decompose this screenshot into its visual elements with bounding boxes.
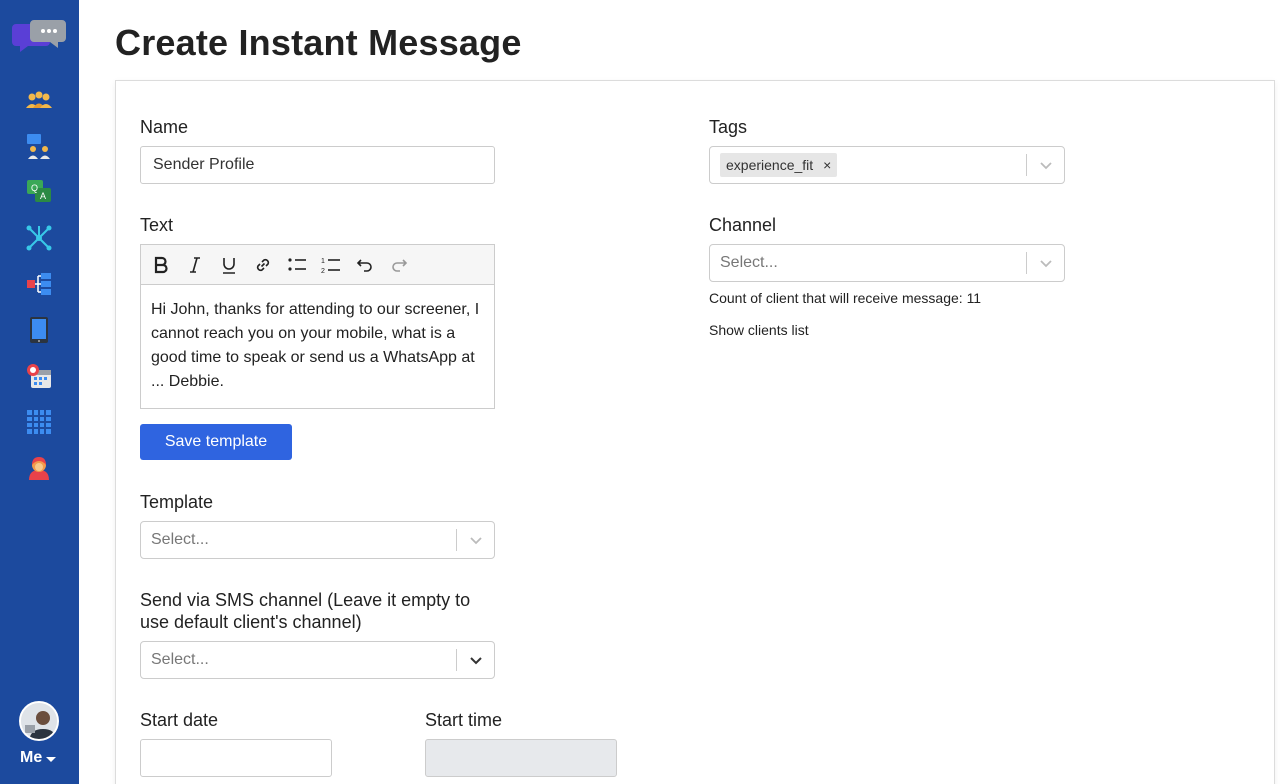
network-icon[interactable] (24, 223, 54, 253)
start-date-input[interactable] (140, 739, 332, 777)
bullet-list-icon[interactable] (285, 253, 309, 277)
template-placeholder: Select... (151, 531, 209, 548)
chevron-down-icon (457, 656, 494, 665)
start-time-label: Start time (425, 710, 503, 730)
recipient-count-text: Count of client that will receive messag… (709, 290, 982, 306)
undo-icon[interactable] (353, 253, 377, 277)
link-icon[interactable] (251, 253, 275, 277)
agent-icon[interactable] (24, 453, 54, 483)
sms-channel-placeholder: Select... (151, 651, 209, 668)
name-input[interactable] (140, 146, 495, 184)
me-menu[interactable]: Me (20, 749, 57, 767)
tags-label: Tags (709, 117, 748, 137)
svg-text:2: 2 (321, 268, 325, 274)
chevron-down-icon (1027, 161, 1064, 170)
bold-icon[interactable] (149, 253, 173, 277)
show-clients-link[interactable]: Show clients list (709, 322, 809, 338)
caret-down-icon (46, 756, 57, 762)
sidebar: Q A Me (0, 0, 79, 784)
app-logo-icon[interactable] (12, 16, 68, 56)
svg-text:A: A (40, 191, 46, 201)
redo-icon[interactable] (387, 253, 411, 277)
sms-channel-label: Send via SMS channel (Leave it empty to … (140, 590, 471, 632)
start-time-input[interactable] (425, 739, 617, 777)
underline-icon[interactable] (217, 253, 241, 277)
italic-icon[interactable] (183, 253, 207, 277)
tags-value-container: experience_fit × (710, 153, 1026, 177)
editor-content[interactable]: Hi John, thanks for attending to our scr… (141, 285, 494, 394)
team-icon[interactable] (24, 131, 54, 161)
save-template-button[interactable]: Save template (140, 424, 292, 460)
qa-chat-icon[interactable]: Q A (24, 177, 54, 207)
text-editor: 12 Hi John, thanks for attending to our … (140, 244, 495, 409)
text-label: Text (140, 215, 174, 235)
avatar[interactable] (19, 701, 59, 741)
hierarchy-icon[interactable] (24, 269, 54, 299)
channel-select[interactable]: Select... (709, 244, 1065, 282)
tags-select[interactable]: experience_fit × (709, 146, 1065, 184)
contacts-icon[interactable] (24, 86, 54, 116)
name-label: Name (140, 117, 189, 137)
tablet-icon[interactable] (24, 315, 54, 345)
template-select[interactable]: Select... (140, 521, 495, 559)
template-label: Template (140, 492, 214, 512)
editor-toolbar: 12 (141, 245, 494, 285)
svg-text:1: 1 (321, 258, 325, 265)
sms-channel-select[interactable]: Select... (140, 641, 495, 679)
chevron-down-icon (457, 536, 494, 545)
numbered-list-icon[interactable]: 12 (319, 253, 343, 277)
calendar-alert-icon[interactable] (24, 361, 54, 391)
svg-text:Q: Q (31, 183, 38, 193)
tag-chip: experience_fit × (720, 153, 838, 177)
channel-label: Channel (709, 215, 777, 235)
chevron-down-icon (1027, 259, 1064, 268)
channel-placeholder: Select... (720, 254, 778, 271)
tag-label: experience_fit (726, 157, 814, 173)
start-date-label: Start date (140, 710, 219, 730)
grid-icon[interactable] (24, 407, 54, 437)
me-label: Me (20, 749, 43, 766)
page-title: Create Instant Message (115, 22, 522, 63)
remove-tag-icon[interactable]: × (823, 157, 831, 173)
